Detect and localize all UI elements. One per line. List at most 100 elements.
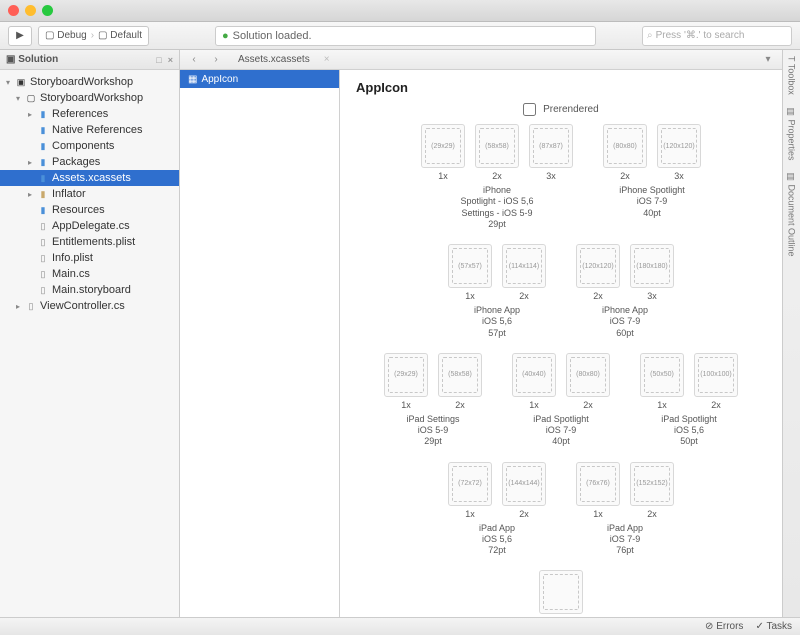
tree-item-inflator[interactable]: ▸▮Inflator	[0, 186, 179, 202]
run-button[interactable]: ▶	[8, 26, 32, 46]
appicon-icon: ▦	[188, 74, 197, 85]
prerendered-checkbox[interactable]	[523, 103, 536, 116]
image-well[interactable]: (58x58)	[475, 124, 519, 168]
tree-item-resources[interactable]: ▮Resources	[0, 202, 179, 218]
tree-item-entitlements-plist[interactable]: ▯Entitlements.plist	[0, 234, 179, 250]
image-well[interactable]: (50x50)	[640, 353, 684, 397]
image-well[interactable]: (58x58)	[438, 353, 482, 397]
icon-slot[interactable]: (76x76)1x	[574, 462, 622, 519]
pad-close-icon[interactable]: ×	[168, 55, 173, 65]
image-well[interactable]: (120x120)	[576, 244, 620, 288]
window-titlebar	[0, 0, 800, 22]
icon-slot[interactable]: (180x180)3x	[628, 244, 676, 301]
editor-area: ‹ › Assets.xcassets × ▾ ▦ AppIcon AppIco…	[180, 50, 782, 617]
tree-item-packages[interactable]: ▸▮Packages	[0, 154, 179, 170]
image-well[interactable]: (80x80)	[603, 124, 647, 168]
image-well[interactable]: (72x72)	[448, 462, 492, 506]
disclosure-icon[interactable]: ▸	[26, 110, 34, 119]
tree-item-storyboardworkshop[interactable]: ▾▢StoryboardWorkshop	[0, 90, 179, 106]
close-icon[interactable]	[8, 5, 19, 16]
icon-slot[interactable]: (58x58)2x	[436, 353, 484, 410]
properties-tab[interactable]: ▤ Properties	[787, 107, 797, 161]
status-bar: ● Solution loaded.	[215, 26, 596, 46]
icon-slot[interactable]: (29x29) 1x	[382, 353, 430, 410]
icon-slot[interactable]: (120x120)2x	[574, 244, 622, 301]
tree-item-references[interactable]: ▸▮References	[0, 106, 179, 122]
image-well[interactable]: (87x87)	[529, 124, 573, 168]
tasks-pad-button[interactable]: ✓ Tasks	[755, 621, 792, 632]
image-well[interactable]: (29x29)	[421, 124, 465, 168]
image-well[interactable]: (152x152)	[630, 462, 674, 506]
nav-back-icon[interactable]: ‹	[186, 54, 202, 65]
image-well[interactable]: (80x80)	[566, 353, 610, 397]
scale-label: 1x	[465, 291, 475, 301]
tree-label: StoryboardWorkshop	[40, 92, 143, 104]
disclosure-icon[interactable]: ▾	[14, 94, 22, 103]
icon-slot[interactable]: (58x58)2x	[473, 124, 521, 181]
disclosure-icon[interactable]: ▸	[26, 190, 34, 199]
scale-label: 1x	[401, 400, 411, 410]
image-well[interactable]: (144x144)	[502, 462, 546, 506]
disclosure-icon[interactable]: ▸	[26, 158, 34, 167]
icon-row	[356, 570, 766, 617]
asset-canvas[interactable]: AppIcon Prerendered (29x29)1x(58x58)2x(8…	[340, 70, 782, 617]
image-well[interactable]: (29x29)	[384, 353, 428, 397]
image-well[interactable]: (120x120)	[657, 124, 701, 168]
group-label: iPhone App iOS 7-9 60pt	[602, 305, 648, 339]
image-well[interactable]: (180x180)	[630, 244, 674, 288]
icon-slot[interactable]: (50x50) 1x	[638, 353, 686, 410]
image-well[interactable]: (114x114)	[502, 244, 546, 288]
icon-slot[interactable]: (80x80)2x	[564, 353, 612, 410]
solution-tree[interactable]: ▾▣StoryboardWorkshop▾▢StoryboardWorkshop…	[0, 70, 179, 617]
tree-item-appdelegate-cs[interactable]: ▯AppDelegate.cs	[0, 218, 179, 234]
tasks-icon: ✓	[755, 621, 763, 632]
tree-item-viewcontroller-cs[interactable]: ▸▯ViewController.cs	[0, 298, 179, 314]
tree-item-native-references[interactable]: ▮Native References	[0, 122, 179, 138]
icon-slot[interactable]: (100x100)2x	[692, 353, 740, 410]
icon-slot[interactable]: (57x57) 1x	[446, 244, 494, 301]
tree-label: Main.cs	[52, 268, 90, 280]
tree-item-main-cs[interactable]: ▯Main.cs	[0, 266, 179, 282]
image-well[interactable]: (100x100)	[694, 353, 738, 397]
icon-slot[interactable]: (114x114)2x	[500, 244, 548, 301]
icon-slot[interactable]: (80x80)2x	[601, 124, 649, 181]
group-label: iPad Settings iOS 5-9 29pt	[406, 414, 459, 448]
image-well[interactable]: (40x40)	[512, 353, 556, 397]
icon-slot[interactable]: (120x120)3x	[655, 124, 703, 181]
icon-slot[interactable]: (144x144)2x	[500, 462, 548, 519]
minimize-icon[interactable]	[25, 5, 36, 16]
icon-slot[interactable]: (29x29)1x	[419, 124, 467, 181]
file-icon: ▯	[37, 284, 49, 296]
nav-fwd-icon[interactable]: ›	[208, 54, 224, 65]
tab-close-icon[interactable]: ×	[324, 54, 330, 65]
tree-item-main-storyboard[interactable]: ▯Main.storyboard	[0, 282, 179, 298]
scale-label: 1x	[657, 400, 667, 410]
disclosure-icon[interactable]: ▾	[4, 78, 12, 87]
icon-slot[interactable]: (72x72)1x	[446, 462, 494, 519]
icon-slot[interactable]: (40x40)1x	[510, 353, 558, 410]
icon-slot[interactable]: (87x87)3x	[527, 124, 575, 181]
image-well[interactable]: (76x76)	[576, 462, 620, 506]
toolbox-tab[interactable]: T Toolbox	[787, 56, 797, 95]
tree-item-components[interactable]: ▮Components	[0, 138, 179, 154]
tab-assets[interactable]: Assets.xcassets	[230, 54, 318, 65]
image-well[interactable]: (57x57)	[448, 244, 492, 288]
tree-item-storyboardworkshop[interactable]: ▾▣StoryboardWorkshop	[0, 74, 179, 90]
pad-pin-icon[interactable]: □	[156, 55, 161, 65]
asset-item-appicon[interactable]: ▦ AppIcon	[180, 70, 339, 88]
search-input[interactable]: ⌕ Press '⌘.' to search	[642, 26, 792, 46]
asset-list[interactable]: ▦ AppIcon	[180, 70, 340, 617]
disclosure-icon[interactable]: ▸	[14, 302, 22, 311]
zoom-icon[interactable]	[42, 5, 53, 16]
icon-slot[interactable]	[537, 570, 585, 617]
tab-menu-icon[interactable]: ▾	[760, 54, 776, 65]
dimension-label: (80x80)	[570, 357, 606, 393]
file-icon: ▯	[37, 220, 49, 232]
tree-item-assets-xcassets[interactable]: ▮Assets.xcassets	[0, 170, 179, 186]
icon-slot[interactable]: (152x152)2x	[628, 462, 676, 519]
tree-item-info-plist[interactable]: ▯Info.plist	[0, 250, 179, 266]
image-well[interactable]	[539, 570, 583, 614]
configuration-selector[interactable]: ▢ Debug › ▢ Default	[38, 26, 149, 46]
outline-tab[interactable]: ▤ Document Outline	[787, 172, 797, 257]
errors-pad-button[interactable]: ⊘ Errors	[705, 621, 743, 632]
